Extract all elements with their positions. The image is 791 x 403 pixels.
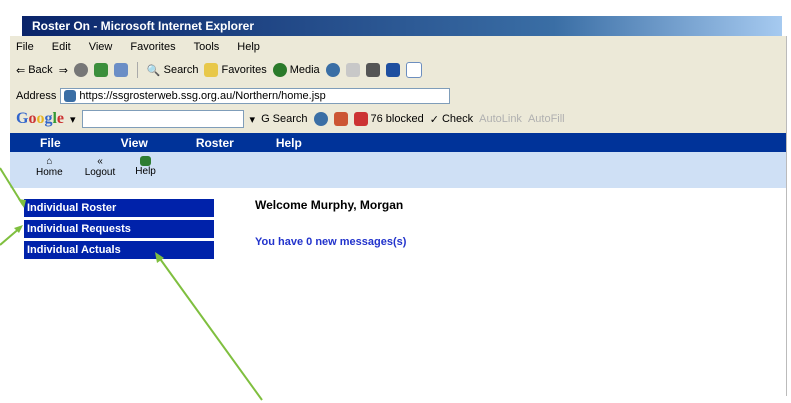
browser-menubar: File Edit View Favorites Tools Help	[16, 37, 278, 57]
autofill-button[interactable]: AutoFill	[528, 113, 565, 125]
page-icon	[64, 90, 77, 102]
new-messages-link[interactable]: You have 0 new messages(s)	[255, 236, 406, 248]
discuss-icon[interactable]	[405, 62, 422, 78]
google-toolbar: Google ▾ ▾ G Search 76 blocked ✓ Check A…	[16, 108, 565, 130]
app-toolbar: ⌂ Home « Logout Help	[10, 152, 786, 188]
search-button[interactable]: 🔍 Search	[147, 64, 199, 77]
address-url: https://ssgrosterweb.ssg.org.au/Northern…	[79, 90, 326, 102]
menu-view[interactable]: View	[89, 41, 113, 53]
menu-tools[interactable]: Tools	[194, 41, 220, 53]
word-icon[interactable]	[385, 63, 400, 77]
menu-edit[interactable]: Edit	[52, 41, 71, 53]
logout-button[interactable]: « Logout	[85, 156, 116, 178]
print-icon[interactable]	[365, 63, 380, 77]
forward-icon[interactable]: ⇒	[59, 64, 68, 77]
screenshot: Roster On - Microsoft Internet Explorer …	[0, 0, 791, 403]
globe-icon[interactable]	[313, 112, 328, 126]
check-icon: ✓	[429, 113, 439, 126]
app-menu-roster[interactable]: Roster	[196, 136, 234, 150]
autolink-button[interactable]: AutoLink	[479, 113, 522, 125]
media-label: Media	[289, 64, 320, 76]
back-arrow-icon: ⇐	[16, 64, 26, 77]
stop-icon[interactable]	[73, 63, 88, 77]
google-logo: Google	[16, 110, 65, 127]
back-button[interactable]: ⇐ Back	[16, 64, 53, 77]
home-label: Home	[36, 167, 63, 178]
help-label: Help	[135, 166, 156, 177]
history-icon[interactable]	[325, 63, 340, 77]
sidebar-item-individual-roster[interactable]: Individual Roster	[24, 199, 214, 217]
window-title: Roster On - Microsoft Internet Explorer	[22, 16, 782, 36]
logout-icon: «	[97, 156, 103, 167]
app-menu-help[interactable]: Help	[276, 136, 302, 150]
media-button[interactable]: Media	[272, 63, 320, 77]
app-menu-view[interactable]: View	[121, 136, 148, 150]
address-bar: Address https://ssgrosterweb.ssg.org.au/…	[16, 86, 451, 106]
app-nav-bar: File View Roster Help	[10, 133, 786, 152]
favorites-icon	[204, 63, 219, 77]
menu-file[interactable]: File	[16, 41, 34, 53]
check-label: Check	[441, 113, 474, 125]
popup-blocked-icon	[353, 112, 368, 126]
browser-toolbar: ⇐ Back ⇒ 🔍 Search Favorites Media	[16, 58, 422, 82]
home-icon[interactable]	[113, 63, 128, 77]
sidebar-item-individual-actuals[interactable]: Individual Actuals	[24, 241, 214, 259]
address-label: Address	[16, 90, 57, 102]
google-dropdown-icon[interactable]: ▾	[70, 113, 76, 126]
media-icon	[272, 63, 287, 77]
home-icon: ⌂	[46, 156, 53, 167]
mail-icon[interactable]	[345, 63, 360, 77]
pagerank-icon[interactable]	[333, 112, 348, 126]
spell-check-button[interactable]: ✓ Check	[430, 113, 473, 126]
google-search-input[interactable]	[81, 110, 244, 128]
favorites-label: Favorites	[221, 64, 267, 76]
search-label: Search	[163, 64, 199, 76]
welcome-message: Welcome Murphy, Morgan	[255, 198, 404, 212]
logout-label: Logout	[84, 167, 116, 178]
help-icon	[140, 156, 152, 166]
favorites-button[interactable]: Favorites	[204, 63, 267, 77]
sidebar-item-individual-requests[interactable]: Individual Requests	[24, 220, 214, 238]
app-menu-file[interactable]: File	[40, 136, 61, 150]
blocked-label: 76 blocked	[370, 113, 424, 125]
back-label: Back	[28, 64, 53, 76]
google-search-label: Search	[272, 113, 308, 125]
address-input[interactable]: https://ssgrosterweb.ssg.org.au/Northern…	[60, 88, 451, 104]
menu-favorites[interactable]: Favorites	[130, 41, 175, 53]
popup-blocker[interactable]: 76 blocked	[353, 112, 424, 126]
help-button[interactable]: Help	[135, 156, 156, 177]
menu-help[interactable]: Help	[237, 41, 260, 53]
google-search-icon: G	[261, 113, 270, 125]
google-search-button[interactable]: G Search	[261, 113, 307, 125]
toolbar-separator	[136, 62, 138, 78]
google-search-dropdown-icon[interactable]: ▾	[250, 113, 256, 126]
home-button[interactable]: ⌂ Home	[36, 156, 63, 178]
refresh-icon[interactable]	[93, 63, 108, 77]
search-icon: 🔍	[146, 64, 161, 77]
